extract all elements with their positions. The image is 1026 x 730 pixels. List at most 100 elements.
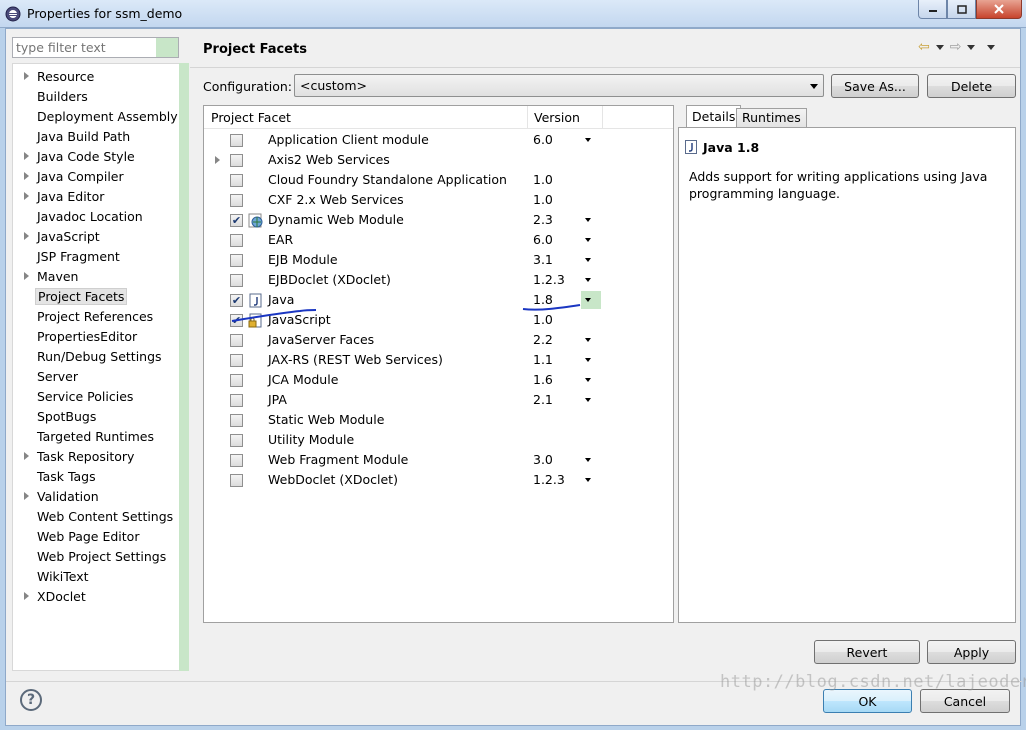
nav-item[interactable]: Maven xyxy=(13,267,173,287)
facet-row[interactable]: CXF 2.x Web Services 1.0 xyxy=(204,190,673,210)
chevron-down-icon[interactable] xyxy=(585,358,591,362)
facet-version[interactable]: 2.2 xyxy=(533,332,553,347)
expand-arrow-icon[interactable] xyxy=(24,492,29,500)
facet-version[interactable]: 1.2.3 xyxy=(533,272,565,287)
expand-arrow-icon[interactable] xyxy=(24,172,29,180)
facet-version[interactable]: 1.2.3 xyxy=(533,472,565,487)
tab-details[interactable]: Details xyxy=(686,105,742,127)
forward-arrow-icon[interactable]: ⇨ xyxy=(950,39,962,55)
facet-checkbox[interactable] xyxy=(230,414,243,427)
chevron-down-icon[interactable] xyxy=(585,278,591,282)
chevron-down-icon[interactable] xyxy=(585,398,591,402)
facet-checkbox[interactable] xyxy=(230,234,243,247)
facet-row[interactable]: Static Web Module xyxy=(204,410,673,430)
facet-version[interactable]: 1.6 xyxy=(533,372,553,387)
back-arrow-icon[interactable]: ⇦ xyxy=(918,39,930,55)
facet-checkbox[interactable] xyxy=(230,454,243,467)
nav-item[interactable]: Resource xyxy=(13,67,173,87)
filter-clear-button[interactable] xyxy=(156,38,178,57)
facet-version[interactable]: 6.0 xyxy=(533,132,553,147)
chevron-down-icon[interactable] xyxy=(585,238,591,242)
forward-dropdown-icon[interactable] xyxy=(967,44,976,50)
facet-checkbox[interactable] xyxy=(230,134,243,147)
chevron-down-icon[interactable] xyxy=(585,338,591,342)
save-as-button[interactable]: Save As... xyxy=(831,74,919,98)
facet-checkbox[interactable]: ✔ xyxy=(230,294,243,307)
chevron-down-icon[interactable] xyxy=(585,458,591,462)
column-header-facet[interactable]: Project Facet xyxy=(211,110,291,125)
configuration-select[interactable]: <custom> xyxy=(294,74,824,97)
nav-item[interactable]: Validation xyxy=(13,487,173,507)
facet-version[interactable]: 6.0 xyxy=(533,232,553,247)
facet-checkbox[interactable] xyxy=(230,194,243,207)
minimize-button[interactable] xyxy=(918,0,947,19)
nav-item[interactable]: JavaScript xyxy=(13,227,173,247)
maximize-button[interactable] xyxy=(947,0,976,19)
facet-row[interactable]: JAX-RS (REST Web Services) 1.1 xyxy=(204,350,673,370)
chevron-down-icon[interactable] xyxy=(585,138,591,142)
expand-arrow-icon[interactable] xyxy=(24,192,29,200)
nav-item[interactable]: Deployment Assembly xyxy=(13,107,178,127)
facet-checkbox[interactable] xyxy=(230,434,243,447)
expand-arrow-icon[interactable] xyxy=(215,156,220,164)
ok-button[interactable]: OK xyxy=(823,689,912,713)
facet-version[interactable]: 2.3 xyxy=(533,212,553,227)
facet-checkbox[interactable] xyxy=(230,254,243,267)
facet-checkbox[interactable] xyxy=(230,354,243,367)
back-dropdown-icon[interactable] xyxy=(935,44,944,50)
revert-button[interactable]: Revert xyxy=(814,640,920,664)
nav-item[interactable]: Javadoc Location xyxy=(13,207,173,227)
facet-version[interactable]: 3.1 xyxy=(533,252,553,267)
facet-version[interactable]: 2.1 xyxy=(533,392,553,407)
nav-item[interactable]: Task Repository xyxy=(13,447,173,467)
expand-arrow-icon[interactable] xyxy=(24,232,29,240)
column-header-version[interactable]: Version xyxy=(534,110,580,125)
nav-item[interactable]: XDoclet xyxy=(13,587,173,607)
facet-checkbox[interactable] xyxy=(230,334,243,347)
nav-item[interactable]: Web Project Settings xyxy=(13,547,173,567)
facet-checkbox[interactable]: ✔ xyxy=(230,214,243,227)
facet-row[interactable]: Axis2 Web Services xyxy=(204,150,673,170)
facet-version[interactable]: 1.1 xyxy=(533,352,553,367)
nav-item[interactable]: Project Facets xyxy=(13,287,173,307)
facet-row[interactable]: ✔ Dynamic Web Module 2.3 xyxy=(204,210,673,230)
nav-item[interactable]: Service Policies xyxy=(13,387,173,407)
facet-row[interactable]: JCA Module 1.6 xyxy=(204,370,673,390)
facet-row[interactable]: EJB Module 3.1 xyxy=(204,250,673,270)
facet-row[interactable]: WebDoclet (XDoclet) 1.2.3 xyxy=(204,470,673,490)
nav-item[interactable]: SpotBugs xyxy=(13,407,173,427)
facet-checkbox[interactable] xyxy=(230,274,243,287)
nav-item[interactable]: Task Tags xyxy=(13,467,173,487)
chevron-down-icon[interactable] xyxy=(585,218,591,222)
facet-row[interactable]: ✔ JavaScript 1.0 xyxy=(204,310,673,330)
expand-arrow-icon[interactable] xyxy=(24,72,29,80)
nav-item[interactable]: PropertiesEditor xyxy=(13,327,173,347)
facet-checkbox[interactable]: ✔ xyxy=(230,314,243,327)
chevron-down-icon[interactable] xyxy=(585,298,591,302)
facet-row[interactable]: Utility Module xyxy=(204,430,673,450)
facet-checkbox[interactable] xyxy=(230,154,243,167)
nav-scrollbar[interactable] xyxy=(179,63,189,671)
nav-item[interactable]: Java Code Style xyxy=(13,147,173,167)
nav-item[interactable]: Web Page Editor xyxy=(13,527,173,547)
facet-checkbox[interactable] xyxy=(230,174,243,187)
expand-arrow-icon[interactable] xyxy=(24,592,29,600)
expand-arrow-icon[interactable] xyxy=(24,272,29,280)
help-icon[interactable]: ? xyxy=(20,689,42,711)
nav-item[interactable]: Java Build Path xyxy=(13,127,173,147)
facet-checkbox[interactable] xyxy=(230,394,243,407)
nav-item[interactable]: Java Compiler xyxy=(13,167,173,187)
facet-row[interactable]: EAR 6.0 xyxy=(204,230,673,250)
nav-item[interactable]: Targeted Runtimes xyxy=(13,427,173,447)
facet-checkbox[interactable] xyxy=(230,474,243,487)
nav-item[interactable]: Builders xyxy=(13,87,173,107)
delete-button[interactable]: Delete xyxy=(927,74,1016,98)
facet-row[interactable]: ✔ Java 1.8 xyxy=(204,290,673,310)
facet-checkbox[interactable] xyxy=(230,374,243,387)
facet-row[interactable]: Web Fragment Module 3.0 xyxy=(204,450,673,470)
facet-version[interactable]: 3.0 xyxy=(533,452,553,467)
apply-button[interactable]: Apply xyxy=(927,640,1016,664)
expand-arrow-icon[interactable] xyxy=(24,152,29,160)
nav-item[interactable]: JSP Fragment xyxy=(13,247,173,267)
view-menu-icon[interactable] xyxy=(987,44,996,50)
